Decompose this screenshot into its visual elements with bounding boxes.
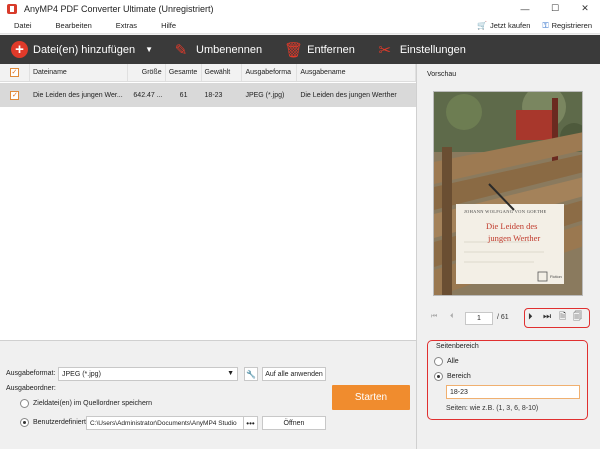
window-title: AnyMP4 PDF Converter Ultimate (Unregistr… <box>24 3 214 14</box>
toolbar: + Datei(en) hinzufügen ▼ ✎ Umbenennen 🗑 … <box>0 35 600 64</box>
trash-icon: 🗑 <box>284 41 304 59</box>
select-all-checkbox[interactable]: ✓ <box>0 64 30 81</box>
preview-panel: Vorschau JOHANN WOLFGANG VON GOETHE Die … <box>418 64 600 449</box>
checkmark-icon: ✓ <box>9 68 19 77</box>
next-page-icon[interactable]: ⏵ <box>528 312 533 321</box>
app-logo-icon <box>7 3 17 14</box>
custom-folder-label: Benutzerdefiniert: <box>33 419 88 426</box>
document-icon[interactable]: 🗎 <box>559 312 566 321</box>
register-label: Registrieren <box>551 21 592 30</box>
cell-format: JPEG (*.jpg) <box>245 91 285 99</box>
format-settings-button[interactable]: 🔧 <box>244 367 258 381</box>
table-row[interactable]: ✓ Die Leiden des jungen Wer... 642.47 ..… <box>0 83 416 107</box>
cover-title-line1: Die Leiden des <box>486 221 538 231</box>
rename-button[interactable]: ✎ Umbenennen <box>173 35 262 64</box>
key-icon: ⚿ <box>542 20 549 30</box>
prev-page-icon[interactable]: ⏴ <box>450 313 454 321</box>
menu-extras[interactable]: Extras <box>116 21 137 30</box>
menu-bar: Datei Bearbeiten Extras Hilfe 🛒 Jetzt ka… <box>0 17 600 34</box>
cell-selected: 18-23 <box>204 91 223 99</box>
settings-button[interactable]: ✂ Einstellungen <box>377 35 466 64</box>
save-in-source-radio[interactable] <box>20 399 29 408</box>
window-controls: — ☐ ✕ <box>510 0 600 17</box>
output-format-value: JPEG (*.jpg) <box>62 370 101 378</box>
page-range-title: Seitenbereich <box>434 343 481 350</box>
col-header-selected[interactable]: Gewählt <box>202 64 243 81</box>
cover-author: JOHANN WOLFGANG VON GOETHE <box>464 209 547 214</box>
open-folder-button[interactable]: Öffnen <box>262 416 326 430</box>
menu-datei[interactable]: Datei <box>14 21 32 30</box>
add-files-label: Datei(en) hinzufügen <box>33 43 136 56</box>
apply-to-all-button[interactable]: Auf alle anwenden <box>262 367 326 381</box>
pencil-icon: ✎ <box>174 41 188 59</box>
cell-size: 642.47 ... <box>133 91 163 99</box>
add-dropdown-caret-icon[interactable]: ▼ <box>145 45 153 54</box>
last-page-icon[interactable]: ⏭ <box>543 312 551 321</box>
cell-output-name: Die Leiden des jungen Werther <box>300 91 397 99</box>
menu-bearbeiten[interactable]: Bearbeiten <box>56 21 92 30</box>
all-pages-label: Alle <box>447 358 459 365</box>
page-total: / 61 <box>497 314 509 321</box>
export-page-icon[interactable]: 🗐 <box>573 312 582 321</box>
output-format-select[interactable]: JPEG (*.jpg) ▼ <box>58 367 238 381</box>
custom-folder-radio[interactable] <box>20 418 29 427</box>
close-button[interactable]: ✕ <box>570 0 600 17</box>
buy-now-label: Jetzt kaufen <box>490 21 531 30</box>
output-folder-label: Ausgabeordner: <box>6 385 56 392</box>
first-page-icon[interactable]: ⏮ <box>431 313 437 321</box>
output-path-field[interactable]: C:\Users\Administrator\Documents\AnyMP4 … <box>86 416 244 430</box>
cover-title-line2: jungen Werther <box>488 233 541 243</box>
col-header-total[interactable]: Gesamte <box>166 64 202 81</box>
start-button[interactable]: Starten <box>332 385 410 410</box>
col-header-format[interactable]: Ausgabeforma <box>242 64 298 81</box>
wrench-icon: 🔧 <box>246 369 256 379</box>
book-cover-preview: JOHANN WOLFGANG VON GOETHE Die Leiden de… <box>433 91 583 296</box>
remove-label: Entfernen <box>307 43 355 56</box>
cart-icon: 🛒 <box>477 21 488 30</box>
minimize-button[interactable]: — <box>510 0 540 17</box>
col-header-output-name[interactable]: Ausgabename <box>297 64 417 81</box>
plus-icon: + <box>11 41 28 58</box>
cell-name: Die Leiden des jungen Wer... <box>32 91 123 99</box>
menu-hilfe[interactable]: Hilfe <box>161 21 176 30</box>
file-list-header: ✓ Dateiname Größe Gesamte Gewählt Ausgab… <box>0 64 417 82</box>
page-range-hint: Seiten: wie z.B. (1, 3, 6, 8-10) <box>446 405 539 412</box>
page-range-input[interactable]: 18-23 <box>446 385 580 399</box>
remove-button[interactable]: 🗑 Entfernen <box>284 35 355 64</box>
settings-label: Einstellungen <box>399 43 466 56</box>
page-range-radio[interactable] <box>434 372 443 381</box>
chevron-down-icon: ▼ <box>227 370 234 377</box>
rename-label: Umbenennen <box>196 43 263 56</box>
output-format-label: Ausgabeformat: <box>6 370 56 377</box>
save-in-source-label: Zieldatei(en) im Quellordner speichern <box>33 400 153 407</box>
all-pages-radio[interactable] <box>434 357 443 366</box>
tools-icon: ✂ <box>378 41 392 59</box>
maximize-button[interactable]: ☐ <box>540 0 570 17</box>
title-bar: AnyMP4 PDF Converter Ultimate (Unregistr… <box>0 0 600 17</box>
cell-total: 61 <box>179 91 188 99</box>
buy-now-link[interactable]: 🛒 Jetzt kaufen <box>477 21 530 30</box>
col-header-size[interactable]: Größe <box>128 64 166 81</box>
preview-label: Vorschau <box>427 71 457 78</box>
file-list: ✓ Dateiname Größe Gesamte Gewählt Ausgab… <box>0 64 417 340</box>
page-range-label: Bereich <box>447 373 471 380</box>
browse-button[interactable]: ••• <box>243 416 258 430</box>
page-number-input[interactable]: 1 <box>465 312 493 325</box>
add-files-button[interactable]: + Datei(en) hinzufügen <box>11 35 135 64</box>
cover-publisher: Fiction <box>550 274 562 279</box>
checkmark-icon: ✓ <box>10 90 20 100</box>
output-settings-panel: Ausgabeformat: JPEG (*.jpg) ▼ 🔧 Auf alle… <box>0 340 417 449</box>
row-checkbox[interactable]: ✓ <box>0 83 30 107</box>
register-link[interactable]: ⚿ Registrieren <box>542 21 592 31</box>
col-header-name[interactable]: Dateiname <box>30 64 128 81</box>
